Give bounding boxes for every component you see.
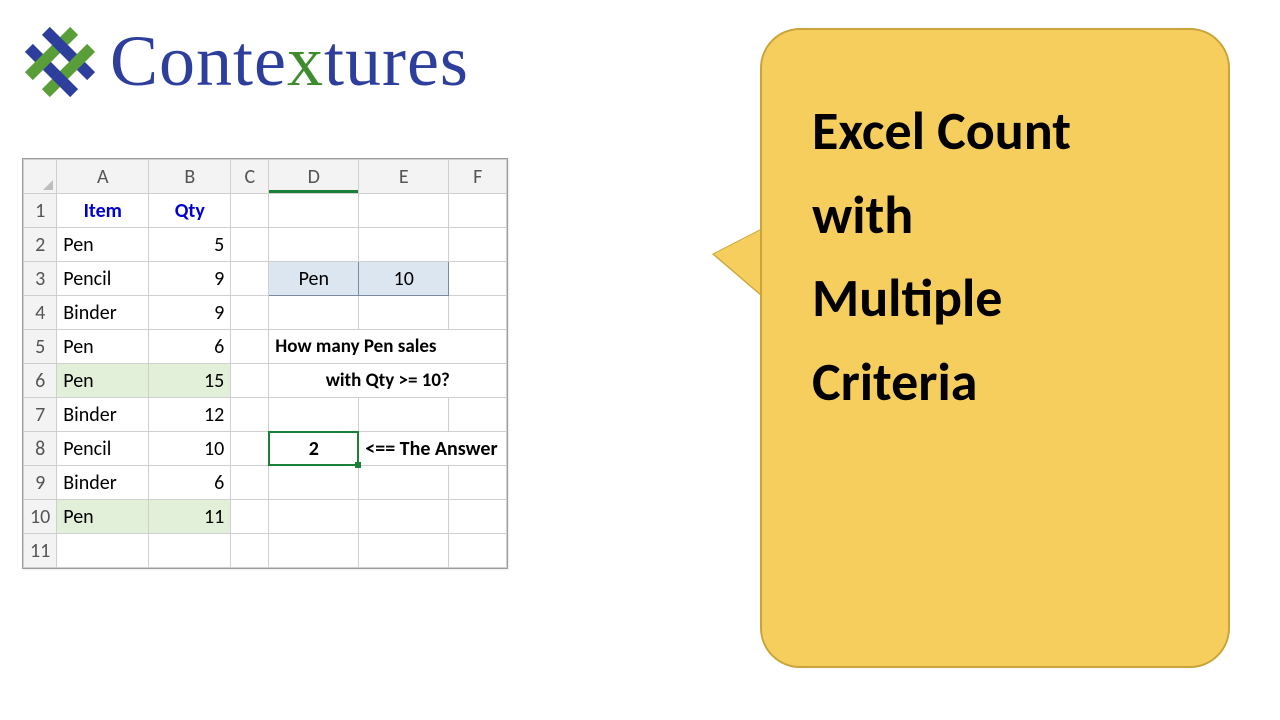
cell[interactable] [231,398,269,432]
question-line1: How many Pen sales [269,330,507,364]
cell[interactable]: 11 [149,500,231,534]
col-header-a[interactable]: A [57,160,149,194]
cell[interactable] [269,398,359,432]
cell[interactable] [269,296,359,330]
cell[interactable]: Pencil [57,432,149,466]
row-header[interactable]: 3 [24,262,57,296]
row-header[interactable]: 5 [24,330,57,364]
cell[interactable]: Binder [57,466,149,500]
cell[interactable]: Pen [57,330,149,364]
cell[interactable]: 6 [149,466,231,500]
title-line: Excel Count [812,90,1188,174]
cell[interactable]: Qty [149,194,231,228]
row-header[interactable]: 7 [24,398,57,432]
cell[interactable] [231,296,269,330]
row-header[interactable]: 9 [24,466,57,500]
cell[interactable]: 6 [149,330,231,364]
cell[interactable] [57,534,149,568]
col-header-e[interactable]: E [359,160,449,194]
cell[interactable] [359,500,449,534]
cell[interactable] [359,228,449,262]
row-header[interactable]: 4 [24,296,57,330]
cell[interactable] [449,398,507,432]
cell[interactable]: 15 [149,364,231,398]
row-header[interactable]: 11 [24,534,57,568]
cell[interactable] [359,398,449,432]
title-line: with [812,174,1188,258]
answer-value: 2 [309,437,319,461]
cell[interactable] [359,296,449,330]
cell[interactable] [231,330,269,364]
row-header[interactable]: 1 [24,194,57,228]
cell[interactable] [231,500,269,534]
cell[interactable] [269,466,359,500]
cell[interactable] [231,262,269,296]
cell[interactable] [269,228,359,262]
cell[interactable]: 12 [149,398,231,432]
cell[interactable]: Binder [57,398,149,432]
cell[interactable]: 9 [149,262,231,296]
col-header-d[interactable]: D [269,160,359,194]
cell[interactable] [269,194,359,228]
cell[interactable] [231,228,269,262]
cell[interactable]: 5 [149,228,231,262]
cell[interactable]: Pen [57,364,149,398]
cell[interactable] [231,466,269,500]
cell[interactable] [231,194,269,228]
cell[interactable] [359,534,449,568]
answer-cell[interactable]: 2 [269,432,359,466]
cell[interactable] [449,534,507,568]
cell[interactable] [449,194,507,228]
answer-label: <== The Answer [359,432,507,466]
question-line2: with Qty >= 10? [269,364,507,398]
title-callout: Excel Count with Multiple Criteria [760,28,1230,668]
cell[interactable]: Item [57,194,149,228]
cell[interactable] [449,262,507,296]
cell[interactable] [231,432,269,466]
select-all-corner[interactable] [24,160,57,194]
cell[interactable]: Pen [57,500,149,534]
hash-weave-icon [20,22,100,102]
col-header-f[interactable]: F [449,160,507,194]
col-header-b[interactable]: B [149,160,231,194]
spreadsheet: A B C D E F 1 Item Qty 2 Pen 5 3 Pen [22,158,508,569]
row-header[interactable]: 10 [24,500,57,534]
cell[interactable]: 10 [149,432,231,466]
cell[interactable] [449,296,507,330]
cell[interactable] [449,500,507,534]
cell[interactable] [359,194,449,228]
cell[interactable] [269,500,359,534]
cell[interactable]: Pen [57,228,149,262]
brand-logo: Contextures [20,20,469,103]
brand-name: Contextures [110,20,469,103]
cell[interactable] [231,534,269,568]
cell[interactable] [359,466,449,500]
criteria-qty-cell[interactable]: 10 [359,262,449,296]
cell[interactable] [231,364,269,398]
grid[interactable]: A B C D E F 1 Item Qty 2 Pen 5 3 Pen [23,159,507,568]
row-header[interactable]: 6 [24,364,57,398]
cell[interactable]: Pencil [57,262,149,296]
cell[interactable] [149,534,231,568]
cell[interactable] [269,534,359,568]
cell[interactable]: Binder [57,296,149,330]
cell[interactable]: 9 [149,296,231,330]
row-header[interactable]: 8 [24,432,57,466]
callout-body: Excel Count with Multiple Criteria [760,28,1230,668]
title-line: Criteria [812,341,1188,425]
cell[interactable] [449,228,507,262]
title-line: Multiple [812,257,1188,341]
cell[interactable] [449,466,507,500]
row-header[interactable]: 2 [24,228,57,262]
col-header-c[interactable]: C [231,160,269,194]
criteria-item-cell[interactable]: Pen [269,262,359,296]
